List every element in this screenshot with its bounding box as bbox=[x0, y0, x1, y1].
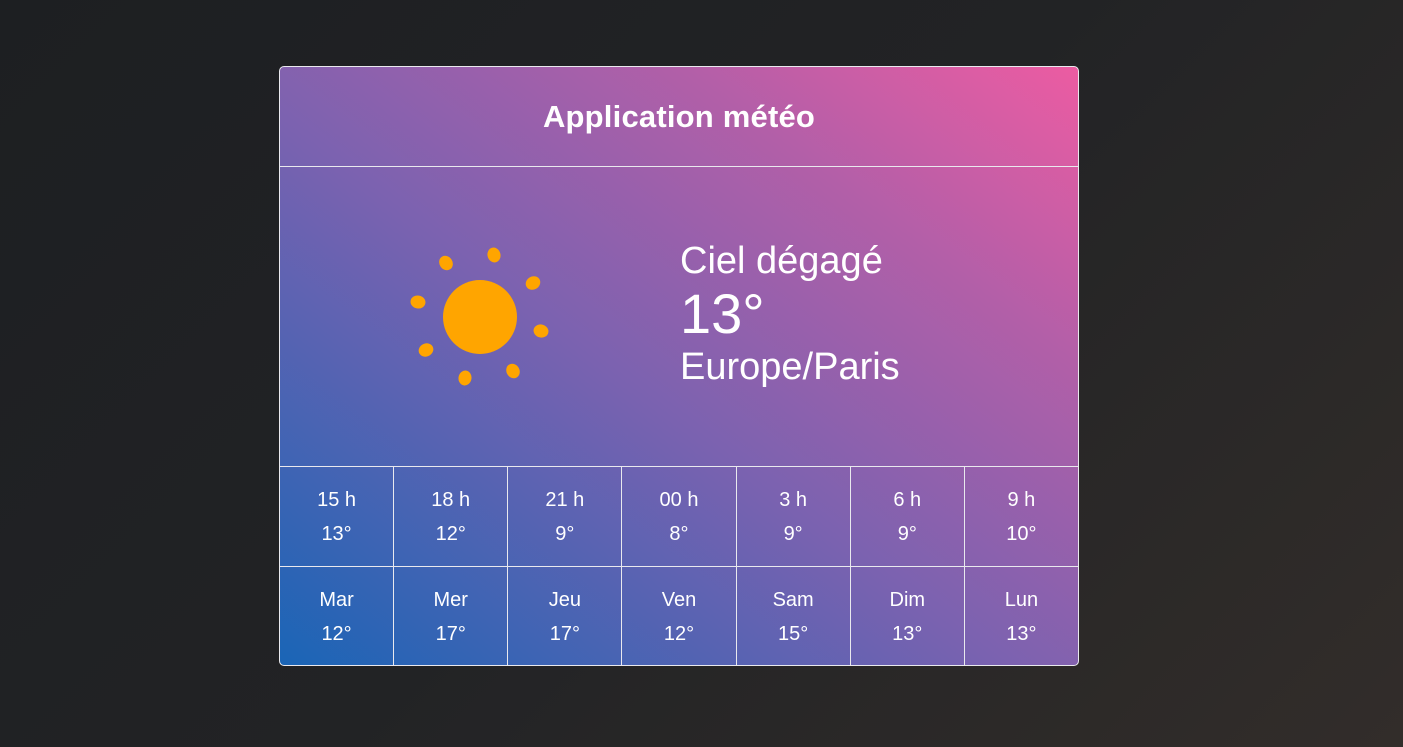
hourly-forecast: 15 h 13° 18 h 12° 21 h 9° 00 h 8° 3 h 9°… bbox=[280, 467, 1078, 567]
weather-app: Application météo Ciel dégagé 13° Europe… bbox=[279, 66, 1079, 666]
hour-label: 00 h bbox=[659, 488, 699, 511]
hour-temperature: 9° bbox=[555, 522, 575, 545]
hourly-item: 21 h 9° bbox=[508, 467, 623, 566]
day-label: Mer bbox=[433, 589, 468, 611]
hourly-item: 15 h 13° bbox=[280, 467, 395, 566]
daily-item: Jeu 17° bbox=[508, 567, 623, 665]
sun-icon bbox=[410, 247, 549, 386]
day-temperature: 13° bbox=[1006, 623, 1037, 645]
day-label: Jeu bbox=[548, 589, 581, 611]
hour-label: 3 h bbox=[779, 488, 808, 511]
hour-temperature: 9° bbox=[783, 522, 803, 545]
current-temperature: 13° bbox=[680, 282, 765, 345]
day-temperature: 17° bbox=[435, 623, 466, 645]
hour-temperature: 12° bbox=[435, 522, 466, 545]
current-weather: Ciel dégagé 13° Europe/Paris bbox=[280, 167, 1078, 467]
hourly-item: 3 h 9° bbox=[737, 467, 851, 566]
daily-item: Dim 13° bbox=[851, 567, 965, 665]
current-info: Ciel dégagé 13° Europe/Paris bbox=[680, 239, 900, 389]
hour-label: 6 h bbox=[893, 488, 922, 511]
hour-temperature: 13° bbox=[321, 522, 352, 545]
day-temperature: 17° bbox=[549, 623, 580, 645]
hourly-item: 9 h 10° bbox=[965, 467, 1078, 566]
hour-label: 21 h bbox=[545, 488, 585, 511]
app-title: Application météo bbox=[542, 98, 816, 134]
app-header: Application météo bbox=[280, 67, 1078, 167]
day-temperature: 13° bbox=[892, 623, 923, 645]
weather-icon-container bbox=[280, 167, 680, 467]
hour-temperature: 9° bbox=[897, 522, 917, 545]
timezone-label: Europe/Paris bbox=[680, 346, 900, 388]
day-temperature: 12° bbox=[321, 623, 352, 645]
hour-label: 9 h bbox=[1007, 488, 1036, 511]
day-label: Sam bbox=[772, 589, 814, 611]
day-label: Lun bbox=[1004, 589, 1039, 611]
hourly-item: 00 h 8° bbox=[622, 467, 737, 566]
hourly-item: 18 h 12° bbox=[394, 467, 509, 566]
day-label: Ven bbox=[661, 589, 697, 611]
daily-forecast: Mar 12° Mer 17° Jeu 17° Ven 12° Sam 15° … bbox=[280, 567, 1078, 665]
daily-item: Lun 13° bbox=[965, 567, 1078, 665]
day-temperature: 15° bbox=[778, 623, 809, 645]
daily-item: Sam 15° bbox=[737, 567, 851, 665]
hour-temperature: 8° bbox=[669, 522, 689, 545]
day-temperature: 12° bbox=[663, 623, 695, 645]
hourly-item: 6 h 9° bbox=[851, 467, 965, 566]
hour-temperature: 10° bbox=[1006, 522, 1037, 545]
weather-description: Ciel dégagé bbox=[680, 240, 883, 282]
daily-item: Mar 12° bbox=[280, 567, 395, 665]
hour-label: 15 h bbox=[317, 488, 357, 511]
hour-label: 18 h bbox=[431, 488, 471, 511]
day-label: Mar bbox=[319, 589, 354, 611]
day-label: Dim bbox=[889, 589, 926, 611]
daily-item: Mer 17° bbox=[394, 567, 509, 665]
daily-item: Ven 12° bbox=[622, 567, 737, 665]
